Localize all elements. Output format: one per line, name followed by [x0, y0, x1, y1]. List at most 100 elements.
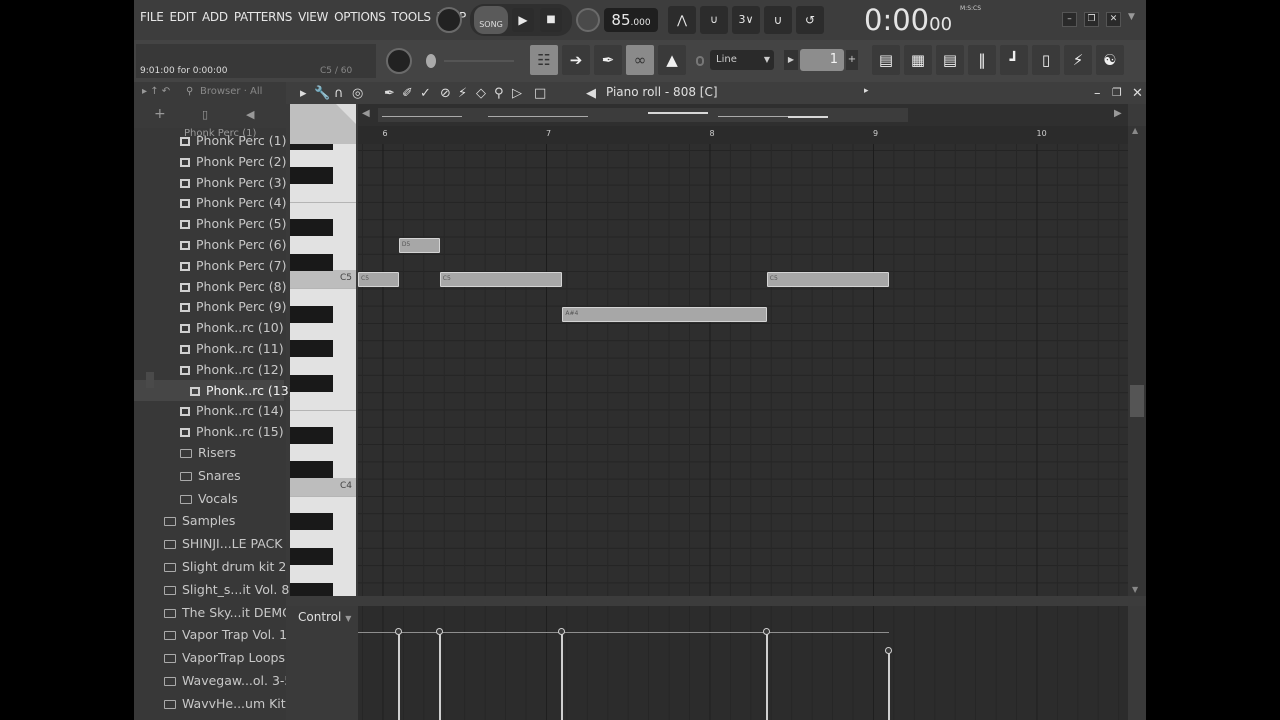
midi-note[interactable]: C5 [439, 272, 563, 288]
midi-note[interactable]: C5 [358, 272, 399, 288]
wait-input-icon[interactable]: ∪ [700, 6, 728, 34]
velocity-stem[interactable] [397, 632, 400, 720]
minimize-icon[interactable]: – [1062, 12, 1077, 27]
tempo-display[interactable]: 85.000 [604, 8, 658, 32]
vertical-scroll-thumb[interactable] [1130, 385, 1144, 417]
browser-folder-item[interactable]: Samples [134, 510, 284, 531]
velocity-stem[interactable] [438, 632, 441, 720]
browser-folder-item[interactable]: Wheezy...s Vol. 1 [134, 716, 287, 720]
browser-folder-item[interactable]: Snares [134, 465, 284, 486]
browser-folder-item[interactable]: WavvHe...um Kit [134, 693, 286, 714]
browser-nav-icon[interactable]: ▸ ↑ ↶ [142, 86, 170, 97]
browser-file-item[interactable]: Phonk..rc (10) [134, 317, 284, 338]
step-edit-icon[interactable]: ∪ [764, 6, 792, 34]
piano-roll-title[interactable]: Piano roll - 808 [C] [606, 85, 718, 99]
mixer-icon[interactable]: ‖ [968, 45, 996, 75]
piano-black-key[interactable] [290, 253, 333, 271]
note-grid[interactable]: D5 C5 C5 A#4 C5 [358, 144, 1128, 596]
search-icon[interactable]: ⚲ [186, 86, 193, 97]
scroll-right-icon[interactable]: ▶ [1114, 108, 1124, 122]
piano-black-key[interactable] [290, 340, 333, 358]
playback-icon[interactable]: ▷ [512, 86, 522, 101]
loop-record-icon[interactable]: ↺ [796, 6, 824, 34]
project-icon[interactable]: ▯ [1032, 45, 1060, 75]
channel-rack-icon[interactable]: ▤ [872, 45, 900, 75]
menu-options[interactable]: OPTIONS [334, 10, 386, 24]
master-volume-knob[interactable] [436, 7, 462, 33]
browser-file-item[interactable]: Phonk Perc (4) [134, 192, 286, 213]
velocity-handle[interactable] [435, 628, 443, 635]
main-pitch-knob[interactable] [386, 48, 412, 74]
browser-folder-item[interactable]: Vapor Trap Vol. 1 [134, 624, 287, 645]
link-icon[interactable]: ∞ [626, 45, 654, 75]
record-icon[interactable] [576, 8, 600, 32]
browser-folder-item[interactable]: Wavegaw...ol. 3-5 [134, 670, 292, 691]
snap-select[interactable]: Line ▼ [710, 50, 774, 70]
browser-file-item[interactable]: Phonk..rc (11) [134, 338, 284, 359]
browser-file-item[interactable]: Phonk..rc (14) [134, 400, 284, 421]
browser-file-item[interactable]: Phonk Perc (2) [134, 151, 286, 172]
midi-note[interactable]: A#4 [562, 306, 767, 322]
browser-file-item[interactable]: Phonk..rc (12) [134, 359, 284, 380]
song-mode-toggle[interactable]: SONG [474, 6, 508, 34]
browser-folder-item[interactable]: SHINJI...LE PACK [134, 533, 284, 554]
scroll-up-icon[interactable]: ▲ [1132, 126, 1138, 135]
piano-black-key[interactable] [290, 461, 333, 479]
browser-file-item[interactable]: Phonk..rc (15) [134, 421, 284, 442]
velocity-stem[interactable] [561, 632, 564, 720]
piano-black-key[interactable] [290, 144, 333, 150]
piano-black-key[interactable] [290, 219, 333, 237]
scroll-down-icon[interactable]: ▼ [1132, 585, 1138, 594]
velocity-stem[interactable] [765, 632, 768, 720]
restore-icon[interactable]: ❐ [1084, 12, 1099, 27]
countdown-icon[interactable]: 3∨ [732, 6, 760, 34]
piano-roll-view-icon[interactable]: ☷ [530, 45, 558, 75]
piano-black-key[interactable] [290, 426, 333, 444]
menu-file[interactable]: FILE [140, 10, 164, 24]
menu-arrow-icon[interactable]: ▼ [1128, 12, 1135, 22]
zoom-icon[interactable]: ⚲ [494, 86, 504, 101]
magnet-icon[interactable] [696, 56, 704, 66]
midi-note[interactable]: D5 [398, 237, 440, 253]
browser-file-item[interactable]: Phonk Perc (9) [134, 296, 286, 317]
slide-icon[interactable]: □ [534, 86, 546, 101]
browser-folder-item[interactable]: Slight drum kit 2 [134, 556, 286, 577]
velocity-handle[interactable] [762, 628, 770, 635]
velocity-lane[interactable] [358, 606, 1128, 720]
pattern-overview[interactable]: ◀ ▶ [358, 104, 1128, 126]
plugin-icon[interactable]: ⚡ [1064, 45, 1092, 75]
piano-black-key[interactable] [290, 305, 333, 323]
velocity-stem[interactable] [888, 651, 891, 720]
browser-folder-item[interactable]: VaporTrap Loops [134, 647, 285, 668]
master-pan-icon[interactable] [426, 54, 436, 68]
browser-folder-item[interactable]: The Sky...it DEMO [134, 602, 292, 623]
time-display[interactable]: 0:0000 [864, 3, 952, 37]
browser-file-item[interactable]: Phonk Perc (5) [134, 213, 286, 234]
help-icon[interactable]: ☯ [1096, 45, 1124, 75]
pr-restore-icon[interactable]: ❐ [1112, 86, 1122, 99]
delete-icon[interactable]: ✓ [420, 86, 431, 101]
velocity-handle[interactable] [885, 647, 893, 655]
menu-view[interactable]: VIEW [298, 10, 328, 24]
menu-add[interactable]: ADD [202, 10, 228, 24]
vertical-scrollbar[interactable]: ▲ ▼ [1128, 126, 1146, 596]
browser-folder-item[interactable]: Vocals [134, 488, 284, 509]
browser-file-item[interactable]: Phonk Perc (3) [134, 172, 286, 193]
piano-black-key[interactable] [290, 547, 333, 565]
browser-file-item[interactable]: Phonk Perc (8) [134, 276, 286, 297]
velocity-handle[interactable] [394, 628, 402, 635]
file-icon[interactable]: ▯ [202, 108, 208, 121]
title-arrow-icon[interactable]: ▸ [864, 86, 869, 96]
pencil-tool-icon[interactable]: ✒ [594, 45, 622, 75]
paint-icon[interactable]: ✐ [402, 86, 413, 101]
stop-icon[interactable]: ■ [540, 8, 562, 32]
browser-scroll-handle[interactable] [146, 372, 154, 388]
overview-thumb[interactable] [378, 108, 908, 122]
step-prev-icon[interactable]: ▶ [784, 50, 798, 70]
play-icon[interactable]: ▶ [512, 8, 534, 32]
browser-filter-label[interactable]: Browser · All [200, 86, 262, 97]
slice-icon[interactable]: ⚡ [458, 86, 467, 101]
options-arrow-icon[interactable]: ▸ [300, 86, 307, 101]
scroll-left-icon[interactable]: ◀ [362, 108, 372, 122]
wrench-icon[interactable]: 🔧 [314, 86, 330, 101]
